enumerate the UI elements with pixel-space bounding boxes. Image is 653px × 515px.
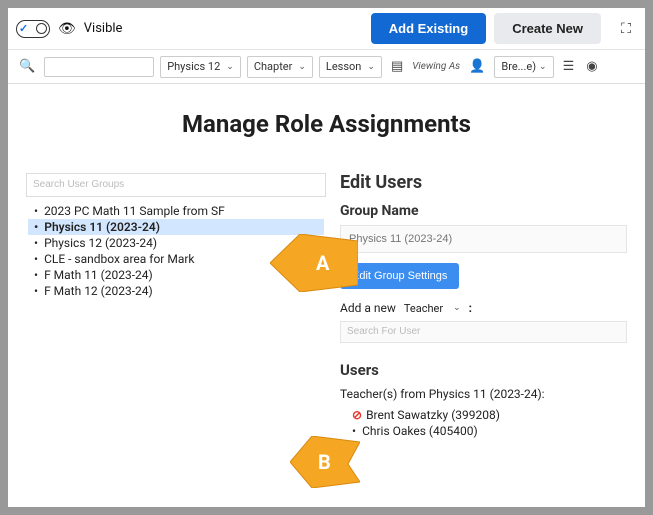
search-icon[interactable]: 🔍 [16,59,38,74]
add-new-label: Add a new [340,301,396,315]
secondary-toolbar: 🔍 Physics 12 ⌄ Chapter ⌄ Lesson ⌄ ▤ View… [8,50,645,84]
user-search-input[interactable] [340,321,627,343]
search-input[interactable] [44,57,154,77]
role-value: Teacher [404,302,443,315]
group-item[interactable]: Physics 11 (2023-24) [28,219,324,235]
remove-user-icon[interactable]: ⊘ [352,408,362,422]
chevron-down-icon: ⌄ [298,62,306,72]
user-item: ⊘ Brent Sawatzky (399208) [352,407,627,423]
top-toolbar: ✓ 👁 Visible Add Existing Create New ⛶ [8,8,645,50]
visibility-toggle[interactable]: ✓ [16,20,50,38]
add-existing-button[interactable]: Add Existing [371,13,486,44]
create-new-button[interactable]: Create New [494,13,601,44]
course-dropdown[interactable]: Physics 12 ⌄ [160,56,241,78]
group-name-label: Group Name [340,203,627,219]
lesson-label: Lesson [326,60,361,73]
page-title: Manage Role Assignments [26,110,627,138]
edit-users-panel: Edit Users Group Name Edit Group Setting… [340,172,627,439]
lesson-dropdown[interactable]: Lesson ⌄ [319,56,382,78]
user-name: Chris Oakes (405400) [362,424,478,438]
user-icon: 👤 [466,59,488,74]
user-name: Brent Sawatzky (399208) [366,408,500,422]
page-icon[interactable]: ▤ [388,59,406,74]
groups-search-input[interactable] [26,173,326,197]
menu-icon[interactable]: ☰ [560,59,578,74]
group-item[interactable]: 2023 PC Math 11 Sample from SF [28,203,324,219]
colon: : [469,301,472,315]
chapter-dropdown[interactable]: Chapter ⌄ [247,56,313,78]
fullscreen-icon[interactable]: ⛶ [615,18,637,40]
user-dropdown[interactable]: Bre...e) ⌄ [494,56,553,78]
chevron-down-icon: ⌄ [453,303,461,313]
user-item: •Chris Oakes (405400) [352,423,627,439]
callout-a: A [270,234,358,292]
group-name-input[interactable] [340,225,627,253]
chapter-label: Chapter [254,60,293,73]
chevron-down-icon: ⌄ [539,62,547,72]
callout-b: B [290,436,360,488]
chevron-down-icon: ⌄ [226,62,234,72]
teachers-from-label: Teacher(s) from Physics 11 (2023-24): [340,387,627,401]
viewing-as-label: Viewing As [412,61,460,72]
role-dropdown[interactable]: Teacher ⌄ [404,302,461,315]
accessibility-icon[interactable]: ◉ [583,59,600,74]
user-name: Bre...e) [501,60,536,73]
course-label: Physics 12 [167,60,220,73]
chevron-down-icon: ⌄ [367,62,375,72]
groups-panel: 2023 PC Math 11 Sample from SFPhysics 11… [26,172,326,439]
visibility-label: Visible [84,21,123,36]
eye-icon: 👁 [58,21,76,37]
edit-users-header: Edit Users [340,172,627,193]
user-list: ⊘ Brent Sawatzky (399208)•Chris Oakes (40… [340,407,627,439]
users-header: Users [340,361,627,379]
